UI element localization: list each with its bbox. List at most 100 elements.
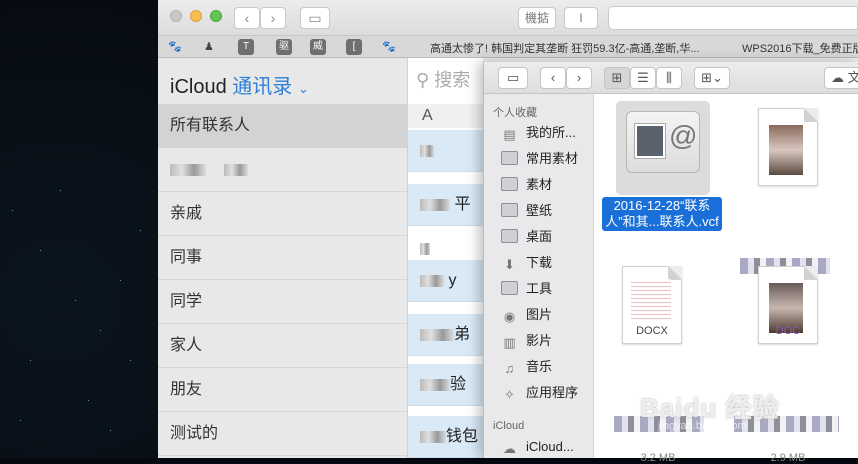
grid-icon: ⊞: [611, 70, 623, 85]
sidebar-icon: ▭: [308, 10, 322, 26]
docx-document-icon: DOCX: [622, 266, 682, 344]
fav-box-wei[interactable]: 威: [310, 39, 326, 55]
reader-button[interactable]: I: [564, 7, 598, 29]
zoom-window-button[interactable]: [210, 10, 222, 22]
group-family[interactable]: 家人: [158, 324, 408, 368]
index-letter: A: [408, 104, 483, 128]
paw-icon[interactable]: 🐾: [168, 39, 182, 55]
back-button[interactable]: ‹: [234, 7, 260, 29]
blurred-text: [170, 163, 206, 176]
sidebar-item-pictures[interactable]: ◉ 图片: [501, 304, 594, 326]
folder-icon: [501, 203, 518, 217]
blurred-text: [420, 328, 454, 341]
group-friends[interactable]: 朋友: [158, 368, 408, 412]
chevron-right-icon: ›: [270, 10, 276, 26]
blurred-text: [420, 274, 444, 287]
search-input[interactable]: 搜索: [434, 70, 470, 90]
finder-forward-button[interactable]: ›: [566, 67, 592, 89]
sidebar-item-materials[interactable]: 素材: [501, 174, 594, 196]
contact-row[interactable]: 验: [408, 364, 483, 406]
file-name: 2016-12-28“联系人”和其...联系人.vcf: [602, 197, 722, 231]
contact-name: y: [448, 272, 457, 289]
finder-sidebar: 个人收藏 ▤ 我的所... 常用素材 素材 壁纸 桌面 ⬇ 下载 工具 ◉ 图片 ▥ 影…: [484, 94, 594, 458]
list-icon: ☰: [637, 70, 649, 85]
group-blurred[interactable]: [158, 148, 408, 192]
icon-view-button[interactable]: ⊞: [604, 67, 630, 89]
fav-box-qu[interactable]: 驱: [276, 39, 292, 55]
file-size: 3.2 MB: [640, 452, 676, 464]
apps-icon: ✧: [504, 387, 515, 402]
folder-icon: [501, 177, 518, 191]
desktop-icon: [501, 229, 518, 243]
fav-box-bracket[interactable]: [: [346, 39, 362, 55]
favorite-link-wps[interactable]: WPS2016下载_免费正版: [742, 40, 858, 56]
favorites-bar: 🐾 ♟ T 驱 威 [ 🐾 高通太惨了! 韩国判定其垄断 狂罚59.3亿-高通,…: [158, 36, 858, 58]
icloud-label: iCloud: [170, 76, 227, 98]
finder-sidebar-toggle[interactable]: ▭: [498, 67, 528, 89]
file-extension-label: DOCX: [636, 325, 668, 337]
sidebar-item-icloud-drive[interactable]: ☁ iCloud...: [501, 436, 594, 458]
blurred-text: [420, 198, 450, 211]
blurred-text: [420, 378, 450, 391]
blurred-text: [420, 144, 434, 157]
contacts-groups-sidebar: iCloud 通讯录 ⌄ 所有联系人 亲戚 同事 同学 家人 朋友 测试的: [158, 58, 408, 458]
minimize-window-button[interactable]: [190, 10, 202, 22]
list-view-button[interactable]: ☰: [630, 67, 656, 89]
thumbnail-image: [769, 125, 803, 175]
arrange-button[interactable]: ⊞⌄: [694, 67, 730, 89]
sidebar-toggle-button[interactable]: ▭: [300, 7, 330, 29]
at-sign-icon: @: [669, 120, 698, 151]
sidebar-item-tools[interactable]: 工具: [501, 278, 594, 300]
folder-icon: [501, 151, 518, 165]
sidebar-item-common-materials[interactable]: 常用素材: [501, 148, 594, 170]
contacts-list: ⚲ 搜索 A 平 y 弟 验 钱包: [408, 58, 483, 458]
forward-button[interactable]: ›: [260, 7, 286, 29]
sidebar-item-downloads[interactable]: ⬇ 下载: [501, 252, 594, 274]
close-window-button[interactable]: [170, 10, 182, 22]
share-button[interactable]: ☁ 文: [824, 67, 858, 89]
group-test[interactable]: 测试的: [158, 412, 408, 456]
sidebar-item-wallpaper[interactable]: 壁纸: [501, 200, 594, 222]
favorite-link-news[interactable]: 高通太惨了! 韩国判定其垄断 狂罚59.3亿-高通,垄断,华...: [430, 40, 700, 56]
document-icon: [758, 108, 818, 186]
cloud-icon: ☁: [831, 70, 844, 85]
qq-icon[interactable]: ♟: [204, 39, 214, 55]
extension-button[interactable]: 機掂: [518, 7, 556, 29]
group-colleagues[interactable]: 同事: [158, 236, 408, 280]
folder-icon: [501, 281, 518, 295]
column-view-button[interactable]: ⫼: [656, 67, 682, 89]
chevron-right-icon: ›: [576, 70, 582, 85]
chevron-left-icon: ‹: [550, 70, 556, 85]
contact-row[interactable]: y: [408, 260, 483, 302]
contact-name: 验: [450, 376, 467, 393]
all-files-icon: ▤: [503, 127, 516, 142]
sidebar-item-applications[interactable]: ✧ 应用程序: [501, 382, 594, 404]
icloud-header: iCloud: [493, 420, 525, 432]
file-extension-label: DOC: [775, 325, 801, 337]
sidebar-item-all-files[interactable]: ▤ 我的所...: [501, 122, 594, 144]
sidebar-item-movies[interactable]: ▥ 影片: [501, 330, 594, 352]
group-classmates[interactable]: 同学: [158, 280, 408, 324]
camera-icon: ◉: [503, 309, 516, 324]
baidu-watermark-url: jingyan.baidu.com: [658, 420, 747, 432]
group-all-contacts[interactable]: 所有联系人: [158, 104, 408, 148]
address-bar[interactable]: [608, 6, 858, 30]
group-relatives[interactable]: 亲戚: [158, 192, 408, 236]
music-icon: ♫: [504, 361, 515, 376]
chevron-down-icon: ⌄: [297, 81, 309, 96]
contact-row[interactable]: [408, 130, 483, 172]
finder-back-button[interactable]: ‹: [540, 67, 566, 89]
sidebar-item-music[interactable]: ♫ 音乐: [501, 356, 594, 378]
contact-row[interactable]: 平: [408, 184, 483, 226]
paw-icon[interactable]: 🐾: [382, 39, 396, 55]
chevron-left-icon: ‹: [244, 10, 250, 26]
sidebar-item-desktop[interactable]: 桌面: [501, 226, 594, 248]
share-label: 文: [847, 70, 858, 85]
contact-row[interactable]: 钱包: [408, 416, 483, 458]
safari-toolbar: ‹ › ▭ 機掂 I: [158, 0, 858, 36]
search-icon: ⚲: [416, 70, 430, 90]
fav-box-t[interactable]: T: [238, 39, 254, 55]
contacts-section-dropdown[interactable]: 通讯录 ⌄: [232, 76, 308, 98]
contact-name: 钱包: [446, 428, 479, 445]
contact-row[interactable]: 弟: [408, 314, 483, 356]
